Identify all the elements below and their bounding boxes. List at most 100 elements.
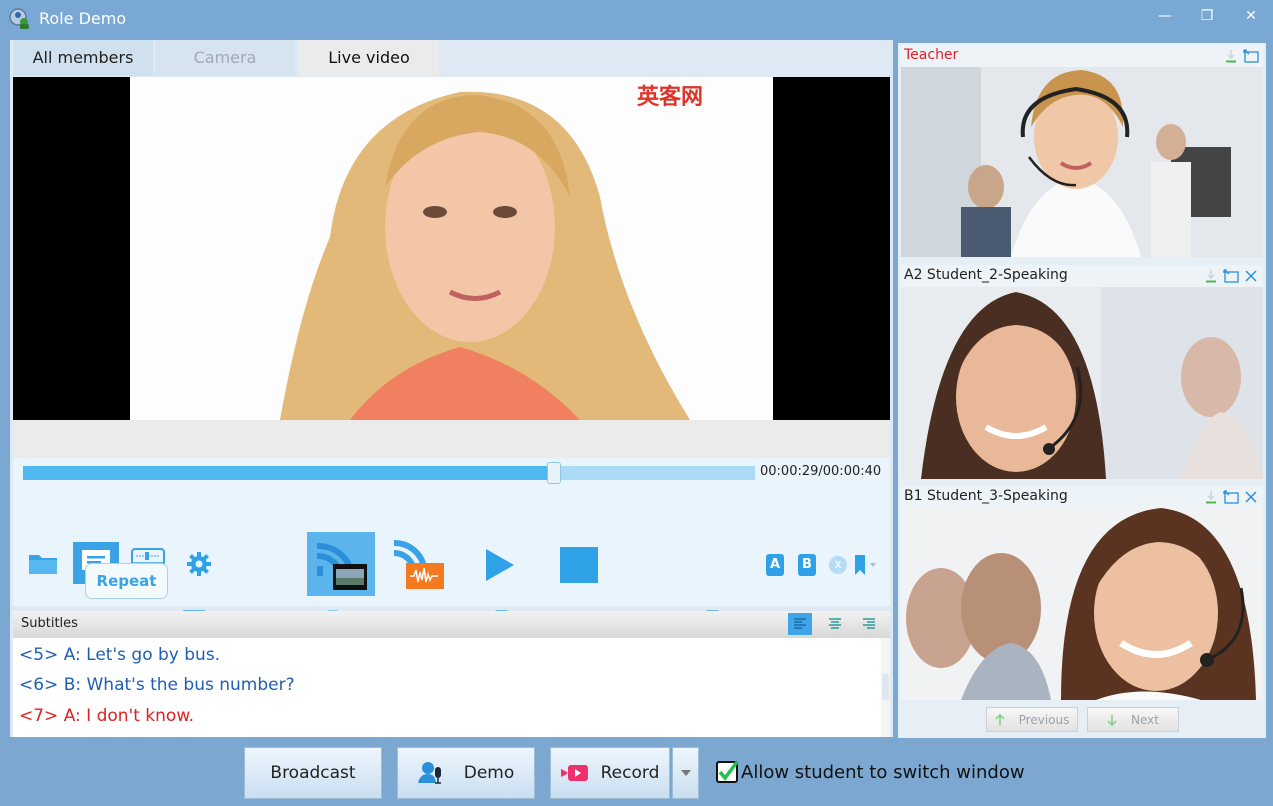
- progress-fill: [23, 466, 554, 480]
- b-point-button[interactable]: B: [798, 553, 816, 577]
- record-options-dropdown[interactable]: [672, 747, 699, 799]
- audio-broadcast-button[interactable]: [391, 534, 447, 590]
- popout-icon: [1223, 269, 1239, 283]
- record-label: Record: [600, 763, 660, 783]
- next-label: Next: [1131, 712, 1159, 727]
- record-button[interactable]: Record: [550, 747, 670, 799]
- stop-icon: [560, 547, 598, 583]
- allow-switch-label: Allow student to switch window: [741, 761, 1025, 783]
- download-icon: [1226, 50, 1236, 63]
- tab-camera[interactable]: Camera: [155, 40, 295, 76]
- popout-icon: [1243, 49, 1259, 63]
- camera-tile-student-3[interactable]: B1 Student_3-Speaking: [901, 486, 1263, 702]
- progress-slider[interactable]: [23, 462, 755, 484]
- a-point-button[interactable]: A: [766, 553, 784, 577]
- stop-button[interactable]: [560, 546, 598, 584]
- broadcast-label: Broadcast: [270, 763, 356, 783]
- next-camera-button[interactable]: Next: [1087, 707, 1179, 732]
- subtitles-title: Subtitles: [21, 616, 78, 631]
- checkbox-box[interactable]: [716, 760, 739, 783]
- camera-header: A2 Student_2-Speaking: [901, 265, 1263, 287]
- open-folder-button[interactable]: [27, 548, 59, 578]
- repeat-button[interactable]: Repeat: [85, 563, 168, 599]
- chevron-down-icon: [680, 770, 691, 776]
- close-camera-button[interactable]: [1243, 489, 1259, 505]
- close-camera-button[interactable]: [1243, 268, 1259, 284]
- b-point-icon: B: [798, 554, 816, 576]
- download-icon: [1206, 270, 1216, 283]
- download-button[interactable]: [1223, 48, 1239, 64]
- folder-icon: [29, 555, 57, 574]
- camera-video-teacher: [901, 67, 1263, 257]
- settings-button[interactable]: [185, 550, 213, 578]
- app-icon: [9, 8, 29, 29]
- allow-switch-checkbox[interactable]: Allow student to switch window: [716, 760, 1025, 783]
- video-frame: 英客网: [130, 77, 773, 420]
- align-left-button[interactable]: [788, 613, 812, 635]
- demo-button[interactable]: Demo: [397, 747, 535, 799]
- align-left-icon: [794, 618, 806, 629]
- main-panel: All members Camera Live video 英客网 00:00:…: [10, 40, 893, 737]
- video-image: [130, 77, 773, 420]
- camera-name: A2 Student_2-Speaking: [904, 267, 1068, 283]
- subtitle-line-current[interactable]: <7> A: I don't know.: [19, 706, 194, 726]
- camera-tile-student-2[interactable]: A2 Student_2-Speaking: [901, 265, 1263, 479]
- gear-icon: [187, 552, 211, 576]
- subtitles-header: Subtitles: [13, 611, 890, 638]
- popout-icon: [1223, 490, 1239, 504]
- video-broadcast-icon: [316, 542, 367, 590]
- restore-button[interactable]: ❐: [1192, 6, 1222, 26]
- minimize-button[interactable]: —: [1150, 6, 1180, 26]
- tab-bar: All members Camera Live video: [10, 40, 893, 76]
- download-button[interactable]: [1203, 489, 1219, 505]
- demo-label: Demo: [463, 763, 515, 783]
- arrow-down-icon: [1107, 714, 1117, 726]
- demo-user-mic-icon: [417, 762, 441, 784]
- align-right-icon: [863, 618, 875, 629]
- playback-controls: 00:00:29/00:00:40 A B x Repeat: [13, 458, 890, 634]
- time-readout: 00:00:29/00:00:40: [760, 464, 882, 479]
- live-video-player[interactable]: 英客网: [13, 77, 890, 420]
- align-center-button[interactable]: [823, 613, 847, 635]
- video-broadcast-button[interactable]: [307, 532, 375, 596]
- close-icon: [1245, 270, 1257, 282]
- camera-header: Teacher: [901, 45, 1263, 67]
- camera-name: Teacher: [904, 47, 959, 63]
- camera-video-student-2: [901, 287, 1263, 479]
- video-watermark: 英客网: [636, 85, 703, 110]
- previous-label: Previous: [1018, 712, 1070, 727]
- tab-live-video[interactable]: Live video: [299, 40, 439, 76]
- a-point-icon: A: [766, 554, 784, 576]
- subtitle-line[interactable]: <6> B: What's the bus number?: [19, 675, 295, 695]
- previous-camera-button[interactable]: Previous: [986, 707, 1078, 732]
- play-icon: [486, 549, 514, 581]
- close-button[interactable]: ✕: [1236, 6, 1266, 26]
- camera-video-student-3: [901, 508, 1263, 700]
- close-icon: [1245, 491, 1257, 503]
- play-button[interactable]: [483, 546, 517, 584]
- camera-image: [901, 508, 1263, 700]
- camera-image: [901, 287, 1263, 479]
- subtitles-panel: Subtitles <5> A: Let's go by bus. <6> B:…: [13, 611, 890, 737]
- clear-ab-button[interactable]: x: [828, 553, 848, 577]
- title-bar: Role Demo — ❐ ✕: [0, 0, 1273, 38]
- broadcast-button[interactable]: Broadcast: [244, 747, 382, 799]
- subtitle-line[interactable]: <5> A: Let's go by bus.: [19, 645, 220, 665]
- align-right-button[interactable]: [857, 613, 881, 635]
- progress-thumb[interactable]: [546, 462, 561, 484]
- download-button[interactable]: [1203, 268, 1219, 284]
- bookmark-icon: [855, 555, 876, 575]
- camera-tile-teacher[interactable]: Teacher: [901, 45, 1263, 259]
- subtitles-scrollbar[interactable]: [881, 638, 890, 737]
- bottom-toolbar: Broadcast Demo Record Allow student to s…: [0, 740, 1273, 806]
- video-spacer: [13, 420, 890, 458]
- clear-ab-icon: x: [829, 556, 847, 574]
- popout-button[interactable]: [1223, 489, 1239, 505]
- camera-panel: Teacher A2 Student_2-Speaking B1 Student…: [898, 43, 1266, 738]
- popout-button[interactable]: [1243, 48, 1259, 64]
- scrollbar-thumb[interactable]: [882, 674, 889, 700]
- tab-all-members[interactable]: All members: [13, 40, 153, 76]
- popout-button[interactable]: [1223, 268, 1239, 284]
- bookmark-button[interactable]: [853, 553, 879, 577]
- record-camera-icon: [560, 765, 588, 781]
